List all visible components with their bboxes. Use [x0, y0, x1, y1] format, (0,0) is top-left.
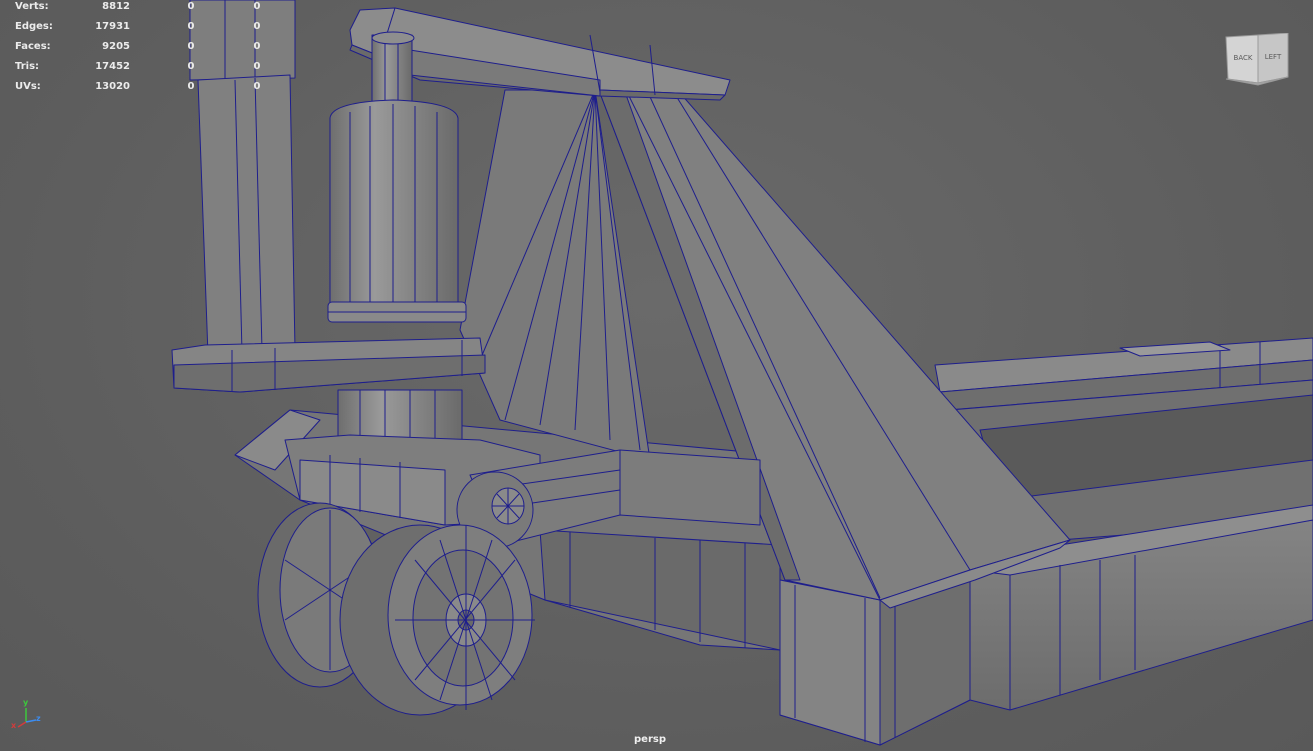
view-cube[interactable]: BACK LEFT [1224, 32, 1290, 87]
axis-x-label: x [11, 721, 17, 730]
axis-gizmo: y z x [8, 698, 48, 736]
view-cube-back-face[interactable]: BACK [1229, 54, 1257, 62]
pallet-jack-model[interactable] [0, 0, 1313, 751]
wheel-front [339, 524, 535, 716]
axis-y-label: y [23, 698, 29, 707]
axis-z-label: z [36, 714, 41, 723]
hydraulic-cylinder [327, 31, 467, 456]
perspective-viewport[interactable]: Verts: 8812 0 0 Edges: 17931 0 0 Faces: … [0, 0, 1313, 751]
left-post [189, 0, 296, 356]
view-cube-left-face[interactable]: LEFT [1260, 53, 1286, 61]
camera-name-label: persp [634, 734, 666, 745]
collar-block [171, 337, 486, 393]
